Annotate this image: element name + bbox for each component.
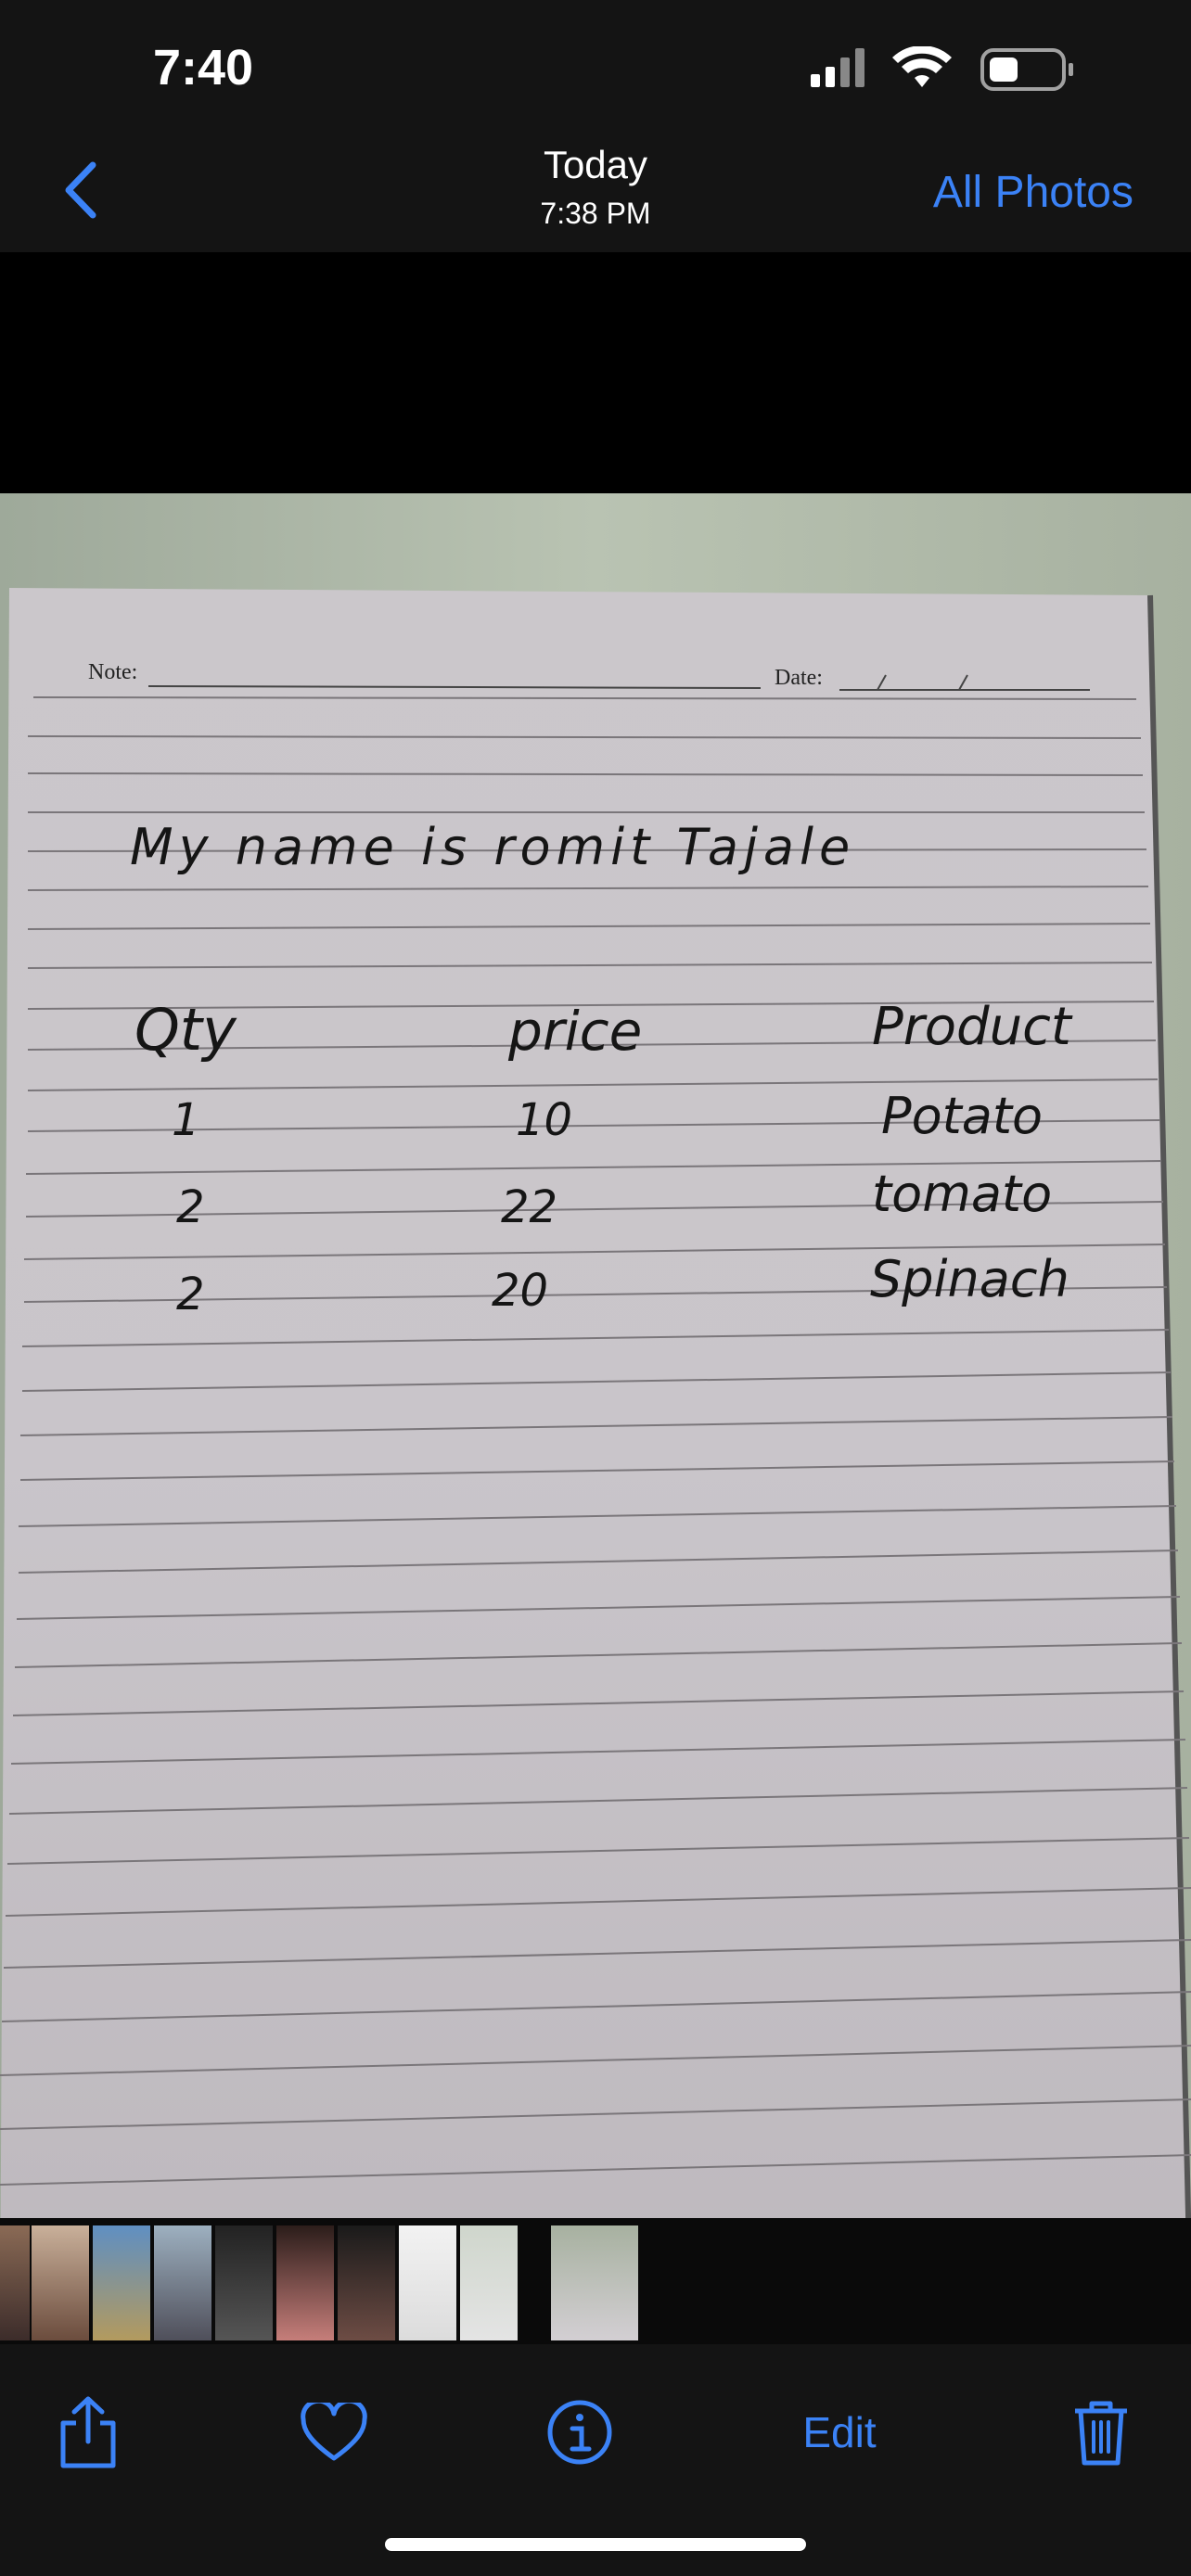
thumbnail[interactable] (32, 2225, 89, 2340)
edit-button[interactable]: Edit (784, 2381, 895, 2483)
header-price: price (507, 1000, 642, 1063)
cellular-signal-icon (811, 48, 864, 87)
photo-viewer[interactable]: Note: Date: My name is romit Tajale Qty … (0, 252, 1191, 2333)
row1-price: 10 (516, 1094, 572, 1146)
heart-icon (301, 2403, 367, 2461)
row2-price: 22 (501, 1181, 557, 1233)
info-icon (547, 2400, 612, 2465)
row2-product: tomato (872, 1165, 1052, 1223)
handwritten-name: My name is romit Tajale (130, 818, 855, 876)
status-icons (811, 46, 1073, 91)
row2-qty: 2 (176, 1181, 205, 1233)
thumbnail[interactable] (276, 2225, 334, 2340)
nav-bar: Today 7:38 PM All Photos (0, 130, 1191, 253)
share-button[interactable] (37, 2381, 139, 2483)
row3-product: Spinach (870, 1250, 1069, 1308)
photo-filmstrip[interactable] (0, 2218, 1191, 2344)
home-indicator[interactable] (385, 2538, 806, 2551)
row3-qty: 2 (176, 1269, 205, 1320)
thumbnail[interactable] (399, 2225, 456, 2340)
status-bar: 7:40 (0, 0, 1191, 130)
row3-price: 20 (492, 1265, 548, 1317)
trash-icon (1075, 2401, 1127, 2466)
note-label: Note: (88, 660, 137, 684)
battery-icon (980, 48, 1073, 91)
share-icon (60, 2396, 116, 2468)
date-label: Date: (775, 666, 823, 690)
wifi-icon (892, 46, 952, 87)
favorite-button[interactable] (283, 2381, 385, 2483)
edit-label: Edit (802, 2408, 877, 2456)
notebook-photo[interactable]: Note: Date: My name is romit Tajale Qty … (0, 493, 1191, 2333)
thumbnail[interactable] (154, 2225, 211, 2340)
row1-qty: 1 (172, 1094, 200, 1146)
thumbnail[interactable] (0, 2225, 30, 2340)
header-qty: Qty (134, 996, 237, 1064)
all-photos-button[interactable]: All Photos (933, 167, 1133, 218)
thumbnail-selected[interactable] (551, 2225, 638, 2340)
status-time: 7:40 (153, 40, 254, 96)
thumbnail[interactable] (93, 2225, 150, 2340)
thumbnail[interactable] (338, 2225, 395, 2340)
delete-button[interactable] (1050, 2381, 1152, 2483)
thumbnail[interactable] (460, 2225, 518, 2340)
header-product: Product (872, 997, 1073, 1057)
thumbnail[interactable] (215, 2225, 273, 2340)
row1-product: Potato (881, 1087, 1043, 1145)
info-button[interactable] (529, 2381, 631, 2483)
